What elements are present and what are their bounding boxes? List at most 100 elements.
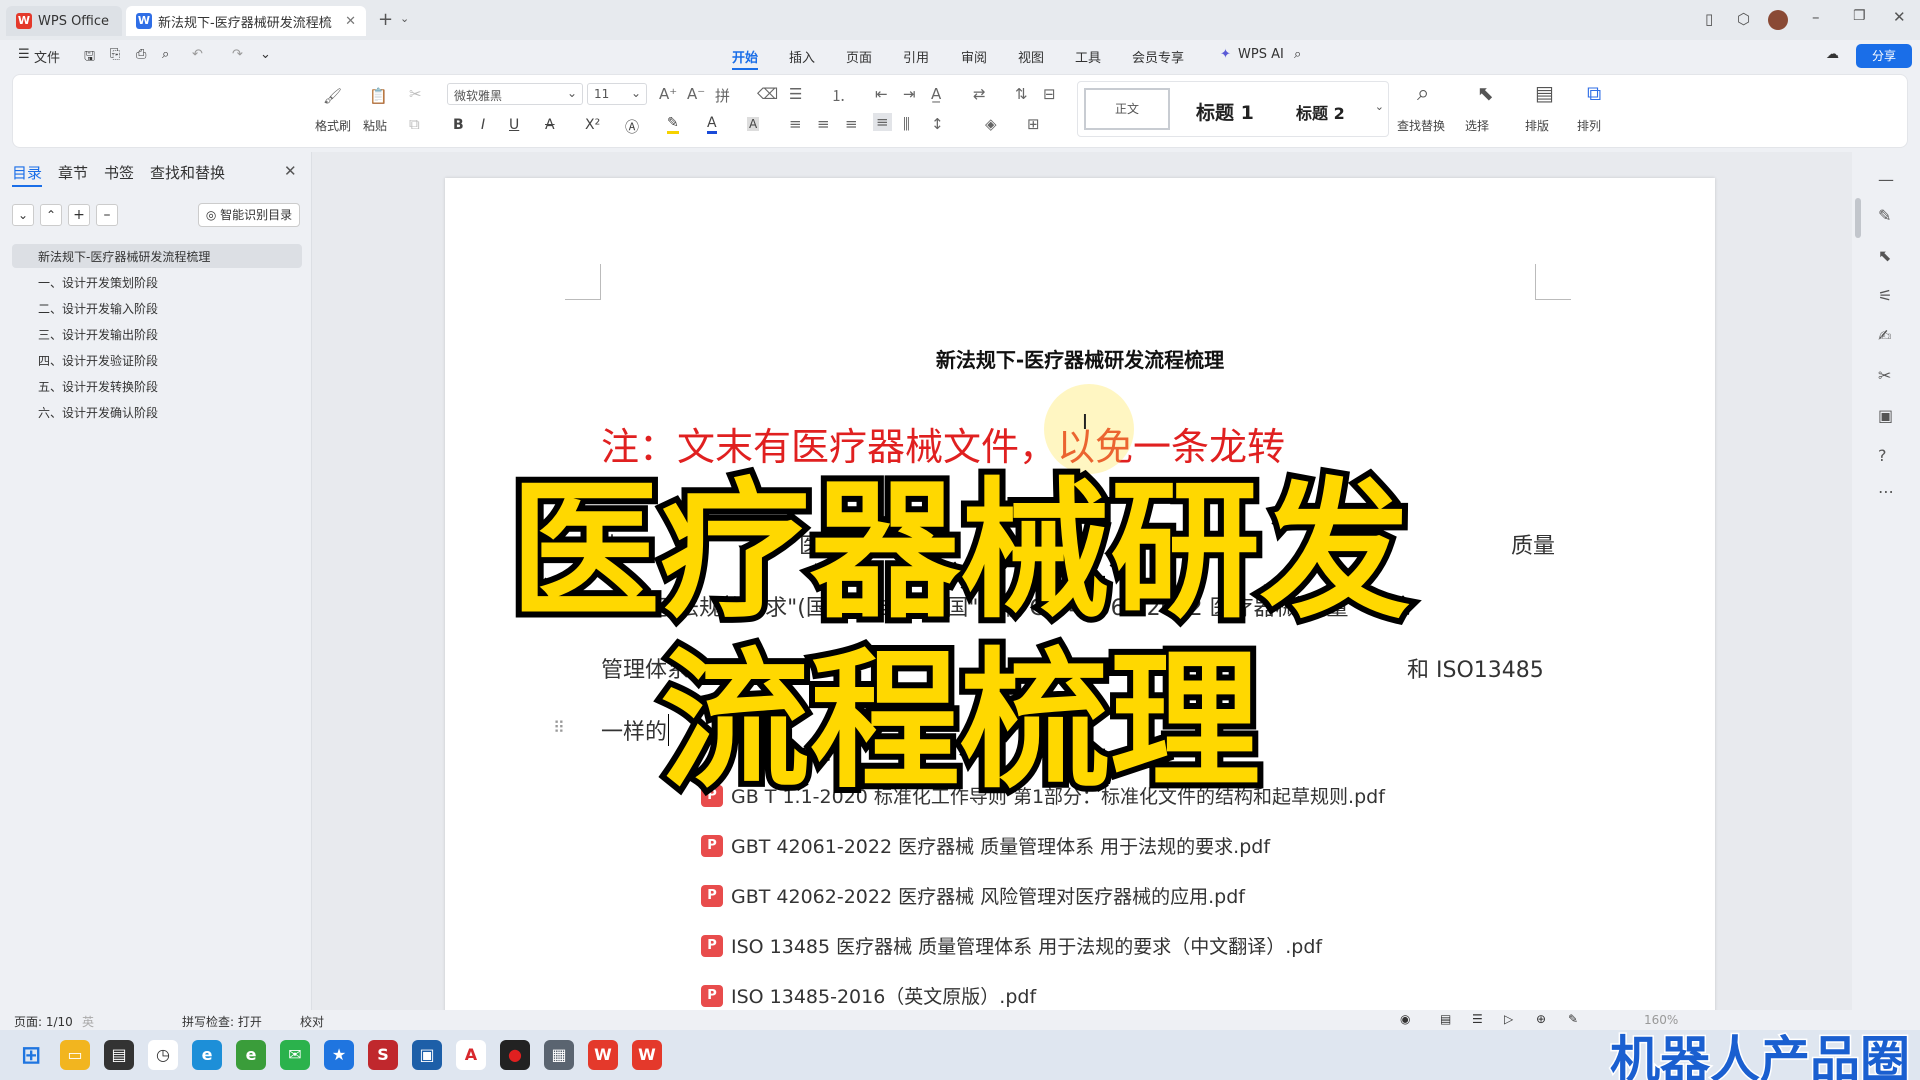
export-icon[interactable]: ⎘ bbox=[110, 47, 120, 62]
underline-icon[interactable]: U bbox=[509, 117, 519, 133]
align-right-icon[interactable]: ≡ bbox=[845, 115, 858, 133]
style-heading-1[interactable]: 标题 1 bbox=[1196, 98, 1254, 125]
outline-view-icon[interactable]: ☰ bbox=[1472, 1012, 1483, 1026]
page-indicator[interactable]: 页面: 1/10 bbox=[14, 1013, 73, 1030]
toc-item[interactable]: 五、设计开发转换阶段 bbox=[38, 378, 158, 395]
spell-check-status[interactable]: 拼写检查: 打开 bbox=[182, 1013, 262, 1030]
style-normal[interactable]: 正文 bbox=[1084, 88, 1170, 130]
save-icon[interactable]: 🖫 bbox=[84, 47, 95, 69]
distribute-icon[interactable]: ⫼ bbox=[903, 115, 910, 133]
menu-icon[interactable]: ☰ bbox=[18, 47, 30, 62]
wechat-icon[interactable]: ✉ bbox=[280, 1040, 310, 1070]
wps-taskbar-icon[interactable]: W bbox=[588, 1040, 618, 1070]
shading-icon[interactable]: ◈ bbox=[985, 115, 997, 133]
strikethrough-icon[interactable]: A bbox=[545, 117, 555, 133]
add-icon[interactable]: + bbox=[68, 204, 90, 226]
phonetic-icon[interactable]: 拼 bbox=[715, 85, 730, 106]
adjust-icon[interactable]: ⚟ bbox=[1878, 286, 1892, 305]
pen-mode-icon[interactable]: ✎ bbox=[1568, 1012, 1578, 1026]
decrease-indent-icon[interactable]: ⇤ bbox=[875, 85, 888, 103]
toc-item[interactable]: 六、设计开发确认阶段 bbox=[38, 404, 158, 421]
font-size-select[interactable]: 11 ⌄ bbox=[587, 83, 647, 105]
record-icon[interactable]: ● bbox=[500, 1040, 530, 1070]
layout-icon[interactable]: ▤ bbox=[1535, 81, 1554, 105]
font-color-icon[interactable]: A bbox=[707, 115, 717, 134]
increase-indent-icon[interactable]: ⇥ bbox=[903, 85, 916, 103]
proofread-button[interactable]: 校对 bbox=[300, 1013, 324, 1030]
redo-icon[interactable]: ↷ bbox=[232, 47, 243, 62]
format-painter-icon[interactable]: 🖌 bbox=[323, 87, 342, 105]
wps-ai-icon[interactable]: ✦ bbox=[1220, 47, 1231, 62]
edge-icon[interactable]: e bbox=[192, 1040, 222, 1070]
edit-icon[interactable]: ✍ bbox=[1878, 326, 1891, 345]
paste-icon[interactable]: 📋 bbox=[369, 87, 388, 105]
nav-tab-find[interactable]: 查找和替换 bbox=[150, 162, 225, 183]
file-menu[interactable]: 文件 bbox=[34, 47, 60, 66]
style-heading-2[interactable]: 标题 2 bbox=[1296, 100, 1345, 124]
clock-icon[interactable]: ◷ bbox=[148, 1040, 178, 1070]
move-up-icon[interactable]: ⌃ bbox=[40, 204, 62, 226]
shrink-font-icon[interactable]: A⁻ bbox=[687, 85, 705, 103]
toc-item[interactable]: 二、设计开发输入阶段 bbox=[38, 300, 158, 317]
undo-icon[interactable]: ↶ bbox=[192, 47, 203, 62]
numbering-icon[interactable]: ⒈ bbox=[831, 85, 846, 106]
new-tab-button[interactable]: + bbox=[378, 9, 393, 30]
share-button[interactable]: 分享 bbox=[1856, 44, 1912, 68]
solidworks-icon[interactable]: S bbox=[368, 1040, 398, 1070]
wps-ai-button[interactable]: WPS AI bbox=[1238, 47, 1284, 62]
nav-tab-sections[interactable]: 章节 bbox=[58, 162, 88, 183]
find-replace-icon[interactable]: ⌕ bbox=[1417, 81, 1429, 106]
pen-icon[interactable]: ✎ bbox=[1878, 206, 1891, 225]
menu-tab-page[interactable]: 页面 bbox=[846, 47, 872, 66]
show-marks-icon[interactable]: ⊟ bbox=[1043, 85, 1056, 103]
print-preview-icon[interactable]: ⌕ bbox=[162, 47, 169, 62]
text-effect-icon[interactable]: Ⓐ bbox=[625, 117, 639, 137]
styles-more-icon[interactable]: ⌄ bbox=[1375, 100, 1384, 113]
minimize-pane-icon[interactable]: — bbox=[1878, 170, 1894, 189]
acrobat-icon[interactable]: A bbox=[456, 1040, 486, 1070]
menu-tab-tools[interactable]: 工具 bbox=[1075, 47, 1101, 66]
avatar[interactable] bbox=[1768, 10, 1788, 30]
arrange-label[interactable]: 排列 bbox=[1577, 117, 1601, 134]
italic-icon[interactable]: I bbox=[481, 117, 485, 133]
cube-icon[interactable]: ⬡ bbox=[1737, 10, 1750, 28]
collapse-icon[interactable]: ⌄ bbox=[12, 204, 34, 226]
text-direction-icon[interactable]: ⇄ bbox=[973, 85, 986, 103]
windows-start-icon[interactable]: ⊞ bbox=[16, 1040, 46, 1070]
minimize-icon[interactable]: – bbox=[1812, 8, 1820, 26]
close-pane-icon[interactable]: ✕ bbox=[284, 162, 297, 180]
restore-icon[interactable]: ❐ bbox=[1853, 8, 1866, 24]
print-icon[interactable]: ⎙ bbox=[136, 47, 146, 62]
close-icon[interactable]: ✕ bbox=[1893, 8, 1906, 26]
nav-tab-bookmarks[interactable]: 书签 bbox=[104, 162, 134, 183]
align-left-icon[interactable]: ≡ bbox=[789, 115, 802, 133]
calculator-icon[interactable]: ▦ bbox=[544, 1040, 574, 1070]
notes-icon[interactable]: ▤ bbox=[104, 1040, 134, 1070]
scrollbar-thumb[interactable] bbox=[1855, 198, 1861, 238]
arrange-icon[interactable]: ⧉ bbox=[1587, 81, 1601, 105]
toc-item[interactable]: 四、设计开发验证阶段 bbox=[38, 352, 158, 369]
borders-icon[interactable]: ⊞ bbox=[1027, 115, 1040, 133]
menu-tab-references[interactable]: 引用 bbox=[903, 47, 929, 66]
tools-icon[interactable]: ✂ bbox=[1878, 366, 1891, 385]
menu-tab-insert[interactable]: 插入 bbox=[789, 47, 815, 66]
menu-tab-review[interactable]: 审阅 bbox=[961, 47, 987, 66]
ie-icon[interactable]: e bbox=[236, 1040, 266, 1070]
copy-icon[interactable]: ⧉ bbox=[409, 115, 420, 133]
sort-icon[interactable]: ⇅ bbox=[1015, 85, 1028, 103]
attachment-item[interactable]: P GBT 42062-2022 医疗器械 风险管理对医疗器械的应用.pdf bbox=[701, 882, 1245, 909]
toc-item[interactable]: 一、设计开发策划阶段 bbox=[38, 274, 158, 291]
grow-font-icon[interactable]: A⁺ bbox=[659, 85, 677, 103]
smart-toc-button[interactable]: ◎ 智能识别目录 bbox=[198, 203, 300, 227]
clear-format-icon[interactable]: ⌫ bbox=[757, 85, 778, 103]
ime-indicator[interactable]: 英 bbox=[82, 1013, 94, 1030]
bold-icon[interactable]: B bbox=[453, 117, 464, 133]
find-replace-label[interactable]: 查找替换 bbox=[1397, 117, 1445, 134]
font-name-select[interactable]: 微软雅黑 ⌄ bbox=[447, 83, 583, 105]
format-painter-label[interactable]: 格式刷 bbox=[315, 117, 351, 134]
layout-icon[interactable]: ▯ bbox=[1705, 10, 1713, 28]
remove-icon[interactable]: – bbox=[96, 204, 118, 226]
search-icon[interactable]: ⌕ bbox=[1294, 47, 1301, 62]
menu-tab-member[interactable]: 会员专享 bbox=[1132, 47, 1184, 66]
menu-tab-view[interactable]: 视图 bbox=[1018, 47, 1044, 66]
